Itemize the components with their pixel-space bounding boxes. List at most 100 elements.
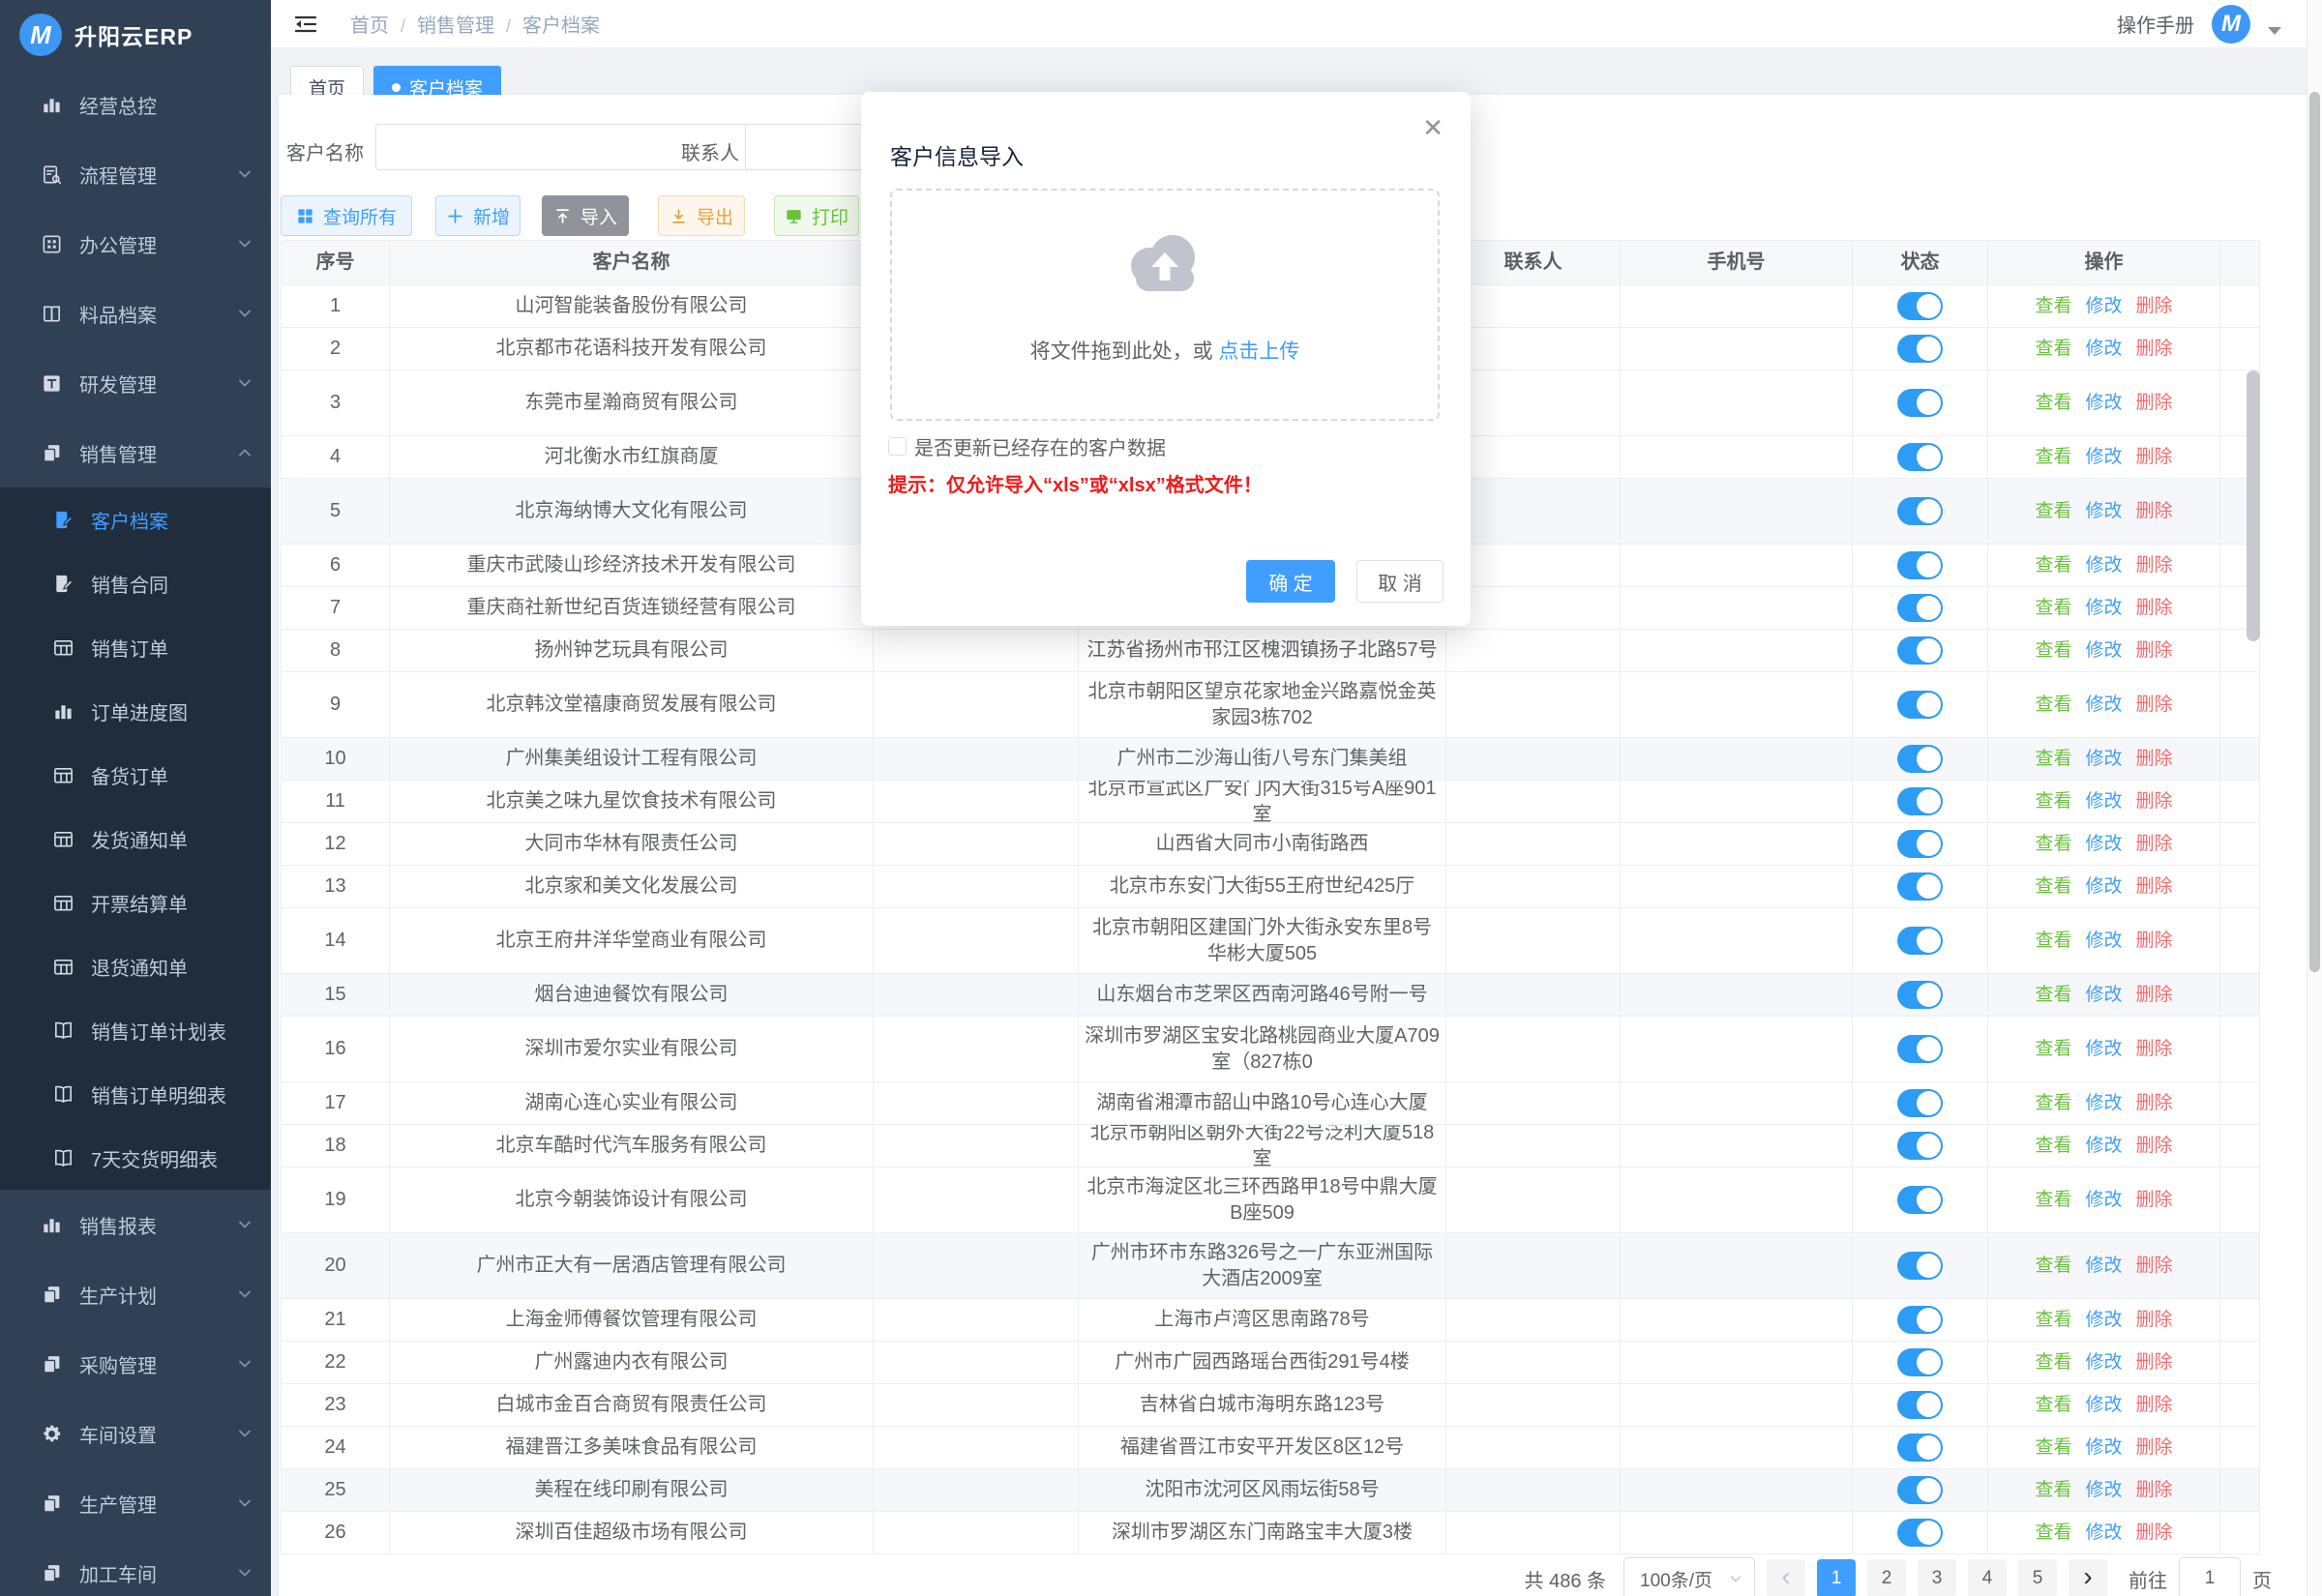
view-link[interactable]: 查看 xyxy=(2035,1187,2071,1213)
delete-link[interactable]: 删除 xyxy=(2136,336,2173,362)
sidebar-item[interactable]: 经营总控 xyxy=(0,70,271,139)
status-toggle[interactable] xyxy=(1897,830,1943,858)
view-link[interactable]: 查看 xyxy=(2035,637,2071,664)
view-link[interactable]: 查看 xyxy=(2035,928,2071,954)
prev-page-button[interactable]: ‹ xyxy=(1767,1559,1805,1596)
sidebar-item[interactable]: 销售报表 xyxy=(0,1190,271,1259)
view-link[interactable]: 查看 xyxy=(2035,498,2071,524)
delete-link[interactable]: 删除 xyxy=(2136,746,2173,772)
page-scrollbar-thumb[interactable] xyxy=(2309,92,2320,972)
sidebar-subitem[interactable]: 销售订单 xyxy=(0,615,271,679)
upload-dropzone[interactable]: 将文件拖到此处，或 点击上传 xyxy=(890,189,1440,421)
sidebar-subitem[interactable]: 备货订单 xyxy=(0,743,271,807)
page-button[interactable]: 1 xyxy=(1817,1559,1856,1596)
edit-link[interactable]: 修改 xyxy=(2085,692,2122,718)
edit-link[interactable]: 修改 xyxy=(2085,1434,2122,1461)
delete-link[interactable]: 删除 xyxy=(2136,1477,2173,1503)
status-toggle[interactable] xyxy=(1897,292,1943,320)
edit-link[interactable]: 修改 xyxy=(2085,336,2122,362)
delete-link[interactable]: 删除 xyxy=(2136,552,2173,578)
edit-link[interactable]: 修改 xyxy=(2085,390,2122,416)
view-link[interactable]: 查看 xyxy=(2035,746,2071,772)
delete-link[interactable]: 删除 xyxy=(2136,1392,2173,1418)
view-link[interactable]: 查看 xyxy=(2035,982,2071,1008)
view-link[interactable]: 查看 xyxy=(2035,1133,2071,1159)
page-button[interactable]: 5 xyxy=(2018,1559,2057,1596)
status-toggle[interactable] xyxy=(1897,1089,1943,1117)
status-toggle[interactable] xyxy=(1897,594,1943,622)
delete-link[interactable]: 删除 xyxy=(2136,1434,2173,1461)
sidebar-item[interactable]: 办公管理 xyxy=(0,209,271,279)
status-toggle[interactable] xyxy=(1897,1252,1943,1280)
edit-link[interactable]: 修改 xyxy=(2085,293,2122,319)
breadcrumb-item[interactable]: 销售管理 xyxy=(389,10,494,38)
table-scrollbar-thumb[interactable] xyxy=(2247,370,2260,641)
edit-link[interactable]: 修改 xyxy=(2085,873,2122,900)
status-toggle[interactable] xyxy=(1897,691,1943,719)
sidebar-item[interactable]: 销售管理 xyxy=(0,418,271,488)
delete-link[interactable]: 删除 xyxy=(2136,637,2173,664)
page-button[interactable]: 4 xyxy=(1968,1559,2007,1596)
import-button[interactable]: 导入 xyxy=(542,195,629,236)
cancel-button[interactable]: 取 消 xyxy=(1356,560,1444,603)
edit-link[interactable]: 修改 xyxy=(2085,498,2122,524)
manual-link[interactable]: 操作手册 xyxy=(2117,10,2194,38)
delete-link[interactable]: 删除 xyxy=(2136,982,2173,1008)
sidebar-item[interactable]: 加工车间 xyxy=(0,1538,271,1596)
goto-page-input[interactable] xyxy=(2179,1557,2241,1596)
view-link[interactable]: 查看 xyxy=(2035,692,2071,718)
page-button[interactable]: 3 xyxy=(1918,1559,1956,1596)
status-toggle[interactable] xyxy=(1897,981,1943,1009)
delete-link[interactable]: 删除 xyxy=(2136,1307,2173,1333)
edit-link[interactable]: 修改 xyxy=(2085,982,2122,1008)
view-link[interactable]: 查看 xyxy=(2035,390,2071,416)
status-toggle[interactable] xyxy=(1897,1433,1943,1462)
delete-link[interactable]: 删除 xyxy=(2136,692,2173,718)
view-link[interactable]: 查看 xyxy=(2035,1520,2071,1546)
delete-link[interactable]: 删除 xyxy=(2136,1349,2173,1375)
print-button[interactable]: 打印 xyxy=(774,195,859,236)
sidebar-item[interactable]: 采购管理 xyxy=(0,1329,271,1399)
edit-link[interactable]: 修改 xyxy=(2085,1253,2122,1279)
sidebar-item[interactable]: 流程管理 xyxy=(0,139,271,209)
status-toggle[interactable] xyxy=(1897,389,1943,417)
status-toggle[interactable] xyxy=(1897,1519,1943,1547)
status-toggle[interactable] xyxy=(1897,443,1943,471)
delete-link[interactable]: 删除 xyxy=(2136,1090,2173,1116)
status-toggle[interactable] xyxy=(1897,497,1943,525)
page-button[interactable]: 2 xyxy=(1867,1559,1906,1596)
sidebar-item[interactable]: 料品档案 xyxy=(0,279,271,348)
view-link[interactable]: 查看 xyxy=(2035,1392,2071,1418)
edit-link[interactable]: 修改 xyxy=(2085,1187,2122,1213)
status-toggle[interactable] xyxy=(1897,1476,1943,1504)
sidebar-subitem[interactable]: 7天交货明细表 xyxy=(0,1126,271,1190)
sidebar-item[interactable]: 研发管理 xyxy=(0,348,271,418)
delete-link[interactable]: 删除 xyxy=(2136,293,2173,319)
sidebar-item[interactable]: 生产计划 xyxy=(0,1259,271,1329)
delete-link[interactable]: 删除 xyxy=(2136,1253,2173,1279)
delete-link[interactable]: 删除 xyxy=(2136,1036,2173,1062)
add-button[interactable]: 新增 xyxy=(435,195,521,236)
view-link[interactable]: 查看 xyxy=(2035,336,2071,362)
query-all-button[interactable]: 查询所有 xyxy=(281,195,412,236)
close-icon[interactable]: ✕ xyxy=(1422,115,1444,140)
status-toggle[interactable] xyxy=(1897,1035,1943,1063)
edit-link[interactable]: 修改 xyxy=(2085,637,2122,664)
avatar[interactable]: M xyxy=(2212,5,2250,44)
view-link[interactable]: 查看 xyxy=(2035,1477,2071,1503)
sidebar-item[interactable]: 车间设置 xyxy=(0,1399,271,1468)
edit-link[interactable]: 修改 xyxy=(2085,444,2122,470)
edit-link[interactable]: 修改 xyxy=(2085,746,2122,772)
user-caret-icon[interactable] xyxy=(2268,27,2281,35)
status-toggle[interactable] xyxy=(1897,872,1943,901)
next-page-button[interactable]: › xyxy=(2069,1559,2107,1596)
sidebar-item[interactable]: 生产管理 xyxy=(0,1468,271,1538)
status-toggle[interactable] xyxy=(1897,551,1943,579)
edit-link[interactable]: 修改 xyxy=(2085,831,2122,857)
status-toggle[interactable] xyxy=(1897,787,1943,815)
delete-link[interactable]: 删除 xyxy=(2136,1187,2173,1213)
edit-link[interactable]: 修改 xyxy=(2085,788,2122,814)
status-toggle[interactable] xyxy=(1897,1348,1943,1376)
edit-link[interactable]: 修改 xyxy=(2085,1520,2122,1546)
edit-link[interactable]: 修改 xyxy=(2085,1307,2122,1333)
